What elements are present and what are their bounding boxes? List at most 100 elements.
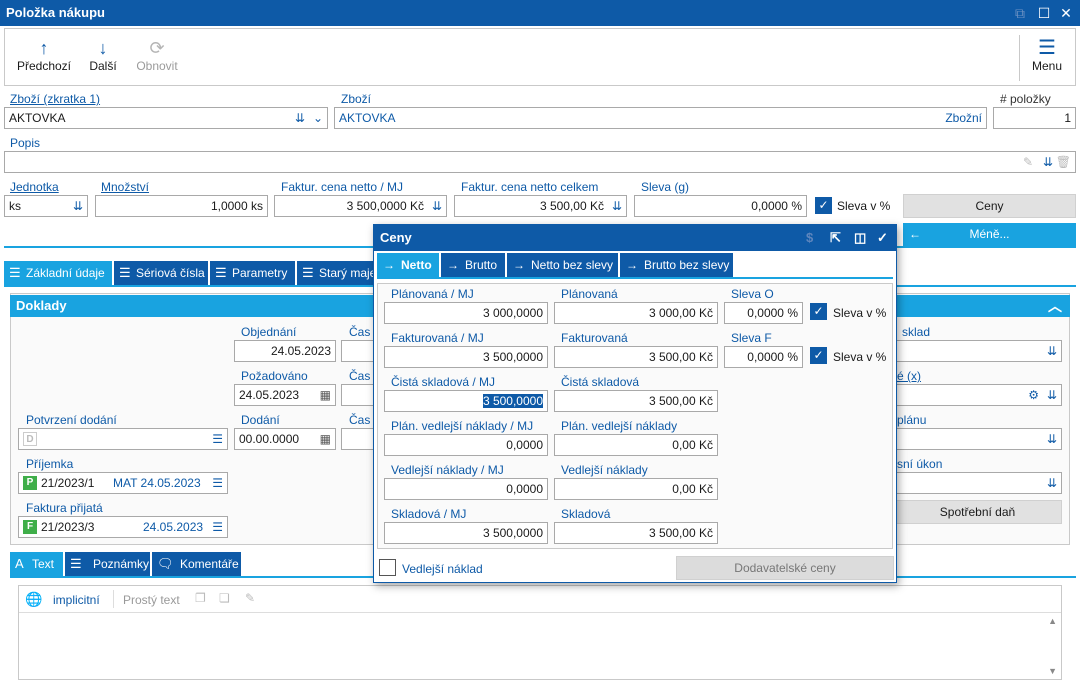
mnozstvi-input[interactable]: 1,0000 ks [95,195,268,217]
open-external-icon[interactable]: ⇱ [830,225,841,251]
delete-icon[interactable]: 🗑 [1056,152,1071,172]
previous-button[interactable]: ↑ Předchozí [15,37,73,81]
dialog-tab-netto[interactable]: → Netto [377,253,440,277]
vedlejsi-naklad-checkbox[interactable] [379,559,396,576]
dialog-tab-brutto[interactable]: → Brutto [441,253,506,277]
calendar-icon[interactable]: ▦ [320,385,331,405]
zbozi-input[interactable]: AKTOVKA Zbožní [334,107,987,129]
prijemka-input[interactable]: P 21/2023/1 MAT 24.05.2023 ☰ [18,472,228,494]
mnozstvi-label: Množství [101,180,150,194]
cista-mj-input[interactable]: 3 500,0000 [384,390,548,412]
planovana-mj-input[interactable]: 3 000,0000 [384,302,548,324]
vedl-mj-input[interactable]: 0,0000 [384,478,548,500]
ceny-button[interactable]: Ceny [903,194,1076,218]
plan-vedl-mj-input[interactable]: 0,0000 [384,434,548,456]
dodani-input[interactable]: 00.00.0000 ▦ [234,428,336,450]
currency-icon[interactable]: ⇊ [612,196,622,216]
spotrebni-dan-button[interactable]: Spotřební daň [893,500,1062,524]
list-icon[interactable]: ☰ [212,429,223,449]
chevron-down-icon[interactable]: ⌄ [313,108,323,128]
tab-parametry[interactable]: ☰ Parametry [210,261,296,285]
sklad-input[interactable]: ⇊ [893,340,1062,362]
dialog-tab-netto-bez-slevy[interactable]: → Netto bez slevy [507,253,619,277]
lookup-icon[interactable]: ⇊ [1047,341,1057,361]
skladova-input[interactable]: 3 500,00 Kč [554,522,718,544]
paste-icon[interactable]: ❏ [219,591,230,605]
maximize-icon[interactable]: ☐ [1034,3,1054,23]
toolbar-divider [1019,35,1020,81]
zbozi-short-input[interactable]: AKTOVKA ⇊ ⌄ [4,107,328,129]
text-editor[interactable]: 🌐 implicitní Prostý text ❐ ❏ ✎ ▲ ▼ [18,585,1062,680]
planovana-input[interactable]: 3 000,00 Kč [554,302,718,324]
close-icon[interactable]: ✕ [1056,3,1076,23]
font-icon: A [15,556,24,571]
sleva-input[interactable]: 0,0000 % [634,195,807,217]
cena-mj-value: 3 500,0000 Kč [346,199,424,213]
refresh-button[interactable]: ⟳ Obnovit [131,37,183,81]
polozky-input[interactable]: 1 [993,107,1076,129]
cista-input[interactable]: 3 500,00 Kč [554,390,718,412]
vedl-input[interactable]: 0,00 Kč [554,478,718,500]
sleva-pct-checkbox[interactable]: ✓ [815,197,832,214]
tab-text[interactable]: A Text [10,552,64,576]
list-icon[interactable]: ☰ [212,517,223,537]
cista-mj-label: Čistá skladová / MJ [391,375,496,389]
mene-button[interactable]: ← Méně... [903,223,1076,247]
cena-celkem-input[interactable]: 3 500,00 Kč ⇊ [454,195,627,217]
cas-input[interactable] [341,340,375,362]
dialog-tab-brutto-bez-slevy[interactable]: → Brutto bez slevy [620,253,734,277]
gear-icon[interactable]: ⚙ [1028,385,1039,405]
objednani-input[interactable]: 24.05.2023 [234,340,336,362]
dock-icon[interactable]: ◫ [854,225,866,251]
x-input[interactable]: ⚙ ⇊ [893,384,1062,406]
tab-komentare[interactable]: 🗨 Komentáře [152,552,242,576]
scroll-down-icon[interactable]: ▼ [1048,666,1057,676]
plan-vedl-input[interactable]: 0,00 Kč [554,434,718,456]
zbozi-short-value: AKTOVKA [9,111,66,125]
sleva-pct-checkbox[interactable]: ✓ [810,347,827,364]
copy-icon[interactable]: ❐ [195,591,206,605]
cas-input[interactable] [341,428,375,450]
tab-poznamky[interactable]: ☰ Poznámky [65,552,151,576]
next-button[interactable]: ↓ Další [83,37,123,81]
lookup-icon[interactable]: ⇊ [295,108,305,128]
jednotka-input[interactable]: ks ⇊ [4,195,88,217]
currency-icon[interactable]: ⇊ [432,196,442,216]
planovana-label: Plánovaná [561,287,618,301]
edit-icon[interactable]: ✎ [1023,152,1033,172]
sleva-o-input[interactable]: 0,0000 % [724,302,803,324]
skladova-mj-input[interactable]: 3 500,0000 [384,522,548,544]
confirm-icon[interactable]: ✓ [877,225,888,251]
chevron-up-icon[interactable]: ︿ [1048,295,1062,317]
lookup-icon[interactable]: ⇊ [1047,473,1057,493]
ukon-input[interactable]: ⇊ [893,472,1062,494]
dodavatelske-ceny-button[interactable]: Dodavatelské ceny [676,556,894,580]
style-select[interactable]: Prostý text [123,593,180,607]
cena-mj-input[interactable]: 3 500,0000 Kč ⇊ [274,195,447,217]
menu-button[interactable]: ☰ Menu [1027,37,1067,81]
hamburger-icon: ☰ [1038,37,1056,59]
scroll-up-icon[interactable]: ▲ [1048,616,1057,626]
sleva-pct-checkbox[interactable]: ✓ [810,303,827,320]
pozadovano-input[interactable]: 24.05.2023 ▦ [234,384,336,406]
planu-input[interactable]: ⇊ [893,428,1062,450]
cas-input[interactable] [341,384,375,406]
sleva-f-input[interactable]: 0,0000 % [724,346,803,368]
popis-input[interactable]: ✎ ⇊ 🗑 [4,151,1076,173]
calendar-icon[interactable]: ▦ [320,429,331,449]
fakturovana-mj-input[interactable]: 3 500,0000 [384,346,548,368]
restore-icon[interactable]: ⧉ [1010,3,1030,23]
tab-seriova-cisla[interactable]: ☰ Sériová čísla [114,261,209,285]
currency-icon[interactable]: $ [806,225,813,251]
fakturovana-input[interactable]: 3 500,00 Kč [554,346,718,368]
lookup-icon[interactable]: ⇊ [73,196,83,216]
list-icon[interactable]: ☰ [212,473,223,493]
faktura-input[interactable]: F 21/2023/3 24.05.2023 ☰ [18,516,228,538]
language-select[interactable]: implicitní [53,593,100,607]
tab-zakladni-udaje[interactable]: ☰ Základní údaje [4,261,113,285]
edit-icon[interactable]: ✎ [245,591,255,605]
lookup-icon[interactable]: ⇊ [1047,385,1057,405]
potvrzeni-input[interactable]: D ☰ [18,428,228,450]
lookup-icon[interactable]: ⇊ [1047,429,1057,449]
lookup-icon[interactable]: ⇊ [1043,152,1053,172]
